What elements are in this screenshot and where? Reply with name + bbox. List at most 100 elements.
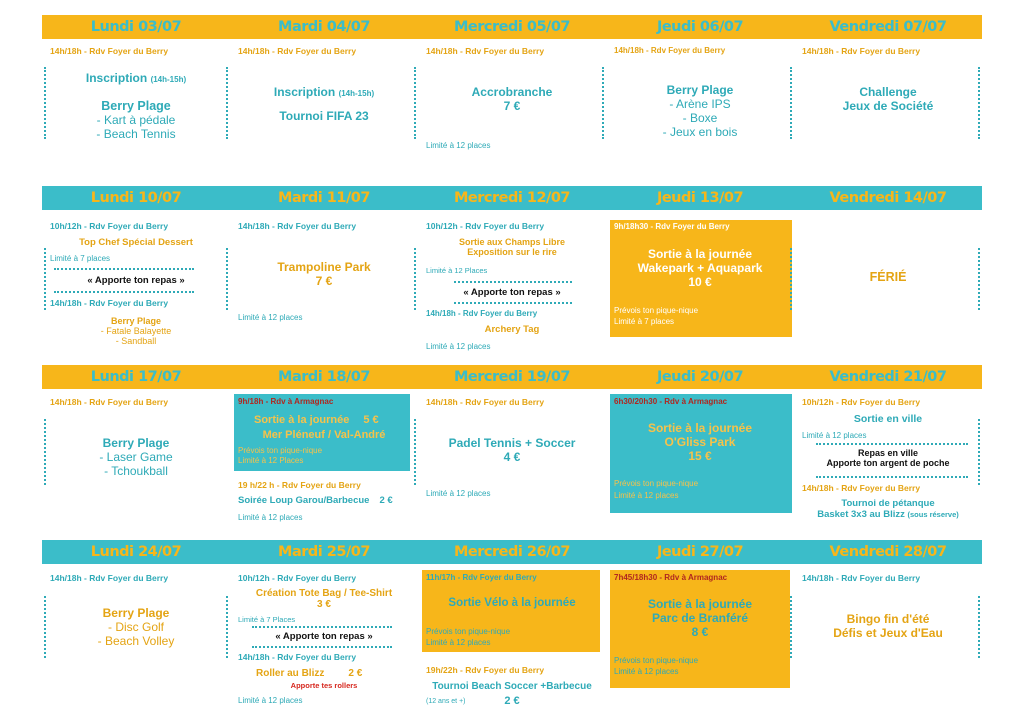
activity-price: 15 € [688,449,712,463]
activity-title: Sortie à la journée [647,421,753,435]
day-header: Lundi 10/07 [90,190,182,206]
day-header: Mercredi 19/07 [453,369,571,385]
day-header: Lundi 24/07 [90,544,182,560]
day-cell-wednesday: 14h/18h - Rdv Foyer du Berry Accrobranch… [418,39,606,177]
meeting-time: 10h/12h - Rdv Foyer du Berry [50,221,169,231]
day-header: Jeudi 20/07 [656,369,744,385]
picnic-note: Prévois ton pique-nique [614,656,699,665]
activity-title: Padel Tennis + Soccer [448,436,576,450]
limit-note: Limité à 12 places [238,513,303,522]
activity-title: Berry Plage [666,83,734,97]
day-cell-friday: 10h/12h - Rdv Foyer du Berry Sortie en v… [794,389,982,533]
activity-item: - Beach Volley [97,634,175,648]
activity-title: Bingo fin d'été [846,612,930,626]
activity-title: Trampoline Park [277,260,371,274]
activity-price: 7 € [503,99,521,113]
meeting-time: 19h/22h - Rdv Foyer du Berry [426,665,545,675]
week-4-header: Lundi 24/07 Mardi 25/07 Mercredi 26/07 J… [42,540,982,564]
day-header: Jeudi 27/07 [656,544,744,560]
limit-note: Limité à 12 places [238,696,303,705]
picnic-note: Prévois ton pique-nique [238,446,323,455]
activity-title: Sortie en ville [853,413,923,425]
day-cell-tuesday: 14h/18h - Rdv Foyer du Berry Inscription… [230,39,418,177]
activity-title: Mer Pléneuf / Val-André [262,429,386,441]
day-cell-friday: 14h/18h - Rdv Foyer du Berry Bingo fin d… [794,564,982,724]
activity-item: - Sandball [115,336,157,346]
day-cell-thursday: 9h/18h30 - Rdv Foyer du Berry Sortie à l… [606,210,794,356]
meeting-time: 14h/18h - Rdv Foyer du Berry [238,652,357,662]
activity-item: - Kart à pédale [96,113,176,127]
day-cell-monday: 14h/18h - Rdv Foyer du Berry Berry Plage… [42,389,230,533]
activity-price: 5 € [363,414,379,426]
activity-title: Inscription [273,85,336,99]
week-2-header: Lundi 10/07 Mardi 11/07 Mercredi 12/07 J… [42,186,982,210]
week-4: Lundi 24/07 Mardi 25/07 Mercredi 26/07 J… [42,540,982,724]
day-cell-wednesday: 14h/18h - Rdv Foyer du Berry Padel Tenni… [418,389,606,533]
limit-note: Limité à 12 places [426,489,491,498]
activity-item: - Disc Golf [107,620,164,634]
week-1-header: Lundi 03/07 Mardi 04/07 Mercredi 05/07 J… [42,15,982,39]
limit-note: Limité à 7 places [614,317,675,326]
activity-title: Sortie aux Champs Libre [458,237,566,247]
limit-note: Limité à 12 places [238,313,303,322]
activity-title: Sortie à la journée [254,414,350,426]
meeting-time: 19 h/22 h - Rdv Foyer du Berry [238,480,361,490]
meeting-time: 14h/18h - Rdv Foyer du Berry [802,46,921,56]
activity-item: - Arène IPS [669,97,731,111]
meeting-time: 10h/12h - Rdv Foyer du Berry [802,397,921,407]
day-cell-monday: 10h/12h - Rdv Foyer du Berry Top Chef Sp… [42,210,230,356]
activity-title: Défis et Jeux d'Eau [833,626,943,640]
meeting-time: 14h/18h - Rdv Foyer du Berry [614,46,726,55]
meal-note: « Apporte ton repas » [275,631,373,642]
meeting-time: 14h/18h - Rdv Foyer du Berry [50,46,169,56]
activity-title: Tournoi de pétanque [841,498,935,509]
activity-title: Challenge [859,85,917,99]
activity-title: Tournoi FIFA 23 [279,109,369,123]
limit-note: Limité à 12 places [614,491,679,500]
day-cell-monday: 14h/18h - Rdv Foyer du Berry Berry Plage… [42,564,230,724]
meeting-time: 9h/18h30 - Rdv Foyer du Berry [614,222,730,231]
meeting-time: 14h/18h - Rdv Foyer du Berry [238,46,357,56]
meeting-time: 14h/18h - Rdv Foyer du Berry [426,309,538,318]
activity-item: - Fatale Balayette [100,326,172,336]
week-3-header: Lundi 17/07 Mardi 18/07 Mercredi 19/07 J… [42,365,982,389]
equipment-note: Apporte tes rollers [290,681,358,690]
activity-item: - Boxe [682,111,718,125]
day-header: Mardi 11/07 [278,190,370,206]
day-cell-thursday: 14h/18h - Rdv Foyer du Berry Berry Plage… [606,39,794,177]
activity-note: (sous réserve) [907,510,959,519]
limit-note: Limité à 12 places [426,638,491,647]
activity-title: Berry Plage [102,436,170,450]
day-header: Jeudi 06/07 [656,19,744,35]
activity-title: O'Gliss Park [664,435,736,449]
day-header: Lundi 03/07 [90,19,182,35]
meeting-time: 14h/18h - Rdv Foyer du Berry [426,46,545,56]
activity-item: - Jeux en bois [662,125,738,139]
day-header: Mardi 04/07 [278,19,370,35]
holiday-label: FÉRIÉ [869,270,907,284]
activity-title: Parc de Branféré [651,611,749,625]
activity-note: (14h-15h) [338,89,375,98]
meeting-time: 7h45/18h30 - Rdv à Armagnac [614,573,728,582]
meeting-time: 14h/18h - Rdv Foyer du Berry [50,573,169,583]
activity-price: 2 € [348,668,363,679]
meal-note: Apporte ton argent de poche [826,458,950,468]
day-header: Mercredi 05/07 [453,19,571,35]
meeting-time: 14h/18h - Rdv Foyer du Berry [426,397,545,407]
limit-note: Limité à 12 places [802,431,867,440]
day-cell-thursday: 6h30/20h30 - Rdv à Armagnac Sortie à la … [606,389,794,533]
meeting-time: 10h/12h - Rdv Foyer du Berry [238,573,357,583]
day-header: Mardi 18/07 [278,369,370,385]
day-cell-thursday: 7h45/18h30 - Rdv à Armagnac Sortie à la … [606,564,794,724]
activity-title: Exposition sur le rire [467,247,557,257]
meeting-time: 9h/18h - Rdv à Armagnac [238,397,334,406]
activity-title: Tournoi Beach Soccer +Barbecue [432,681,592,692]
activity-price: 2 € [379,495,393,506]
day-cell-friday: FÉRIÉ [794,210,982,356]
day-header: Vendredi 14/07 [829,190,947,206]
day-header: Vendredi 21/07 [829,369,947,385]
activity-title: Sortie à la journée [647,597,753,611]
day-cell-monday: 14h/18h - Rdv Foyer du Berry Inscription… [42,39,230,177]
activity-price: 7 € [315,274,333,288]
meeting-time: 14h/18h - Rdv Foyer du Berry [802,573,921,583]
